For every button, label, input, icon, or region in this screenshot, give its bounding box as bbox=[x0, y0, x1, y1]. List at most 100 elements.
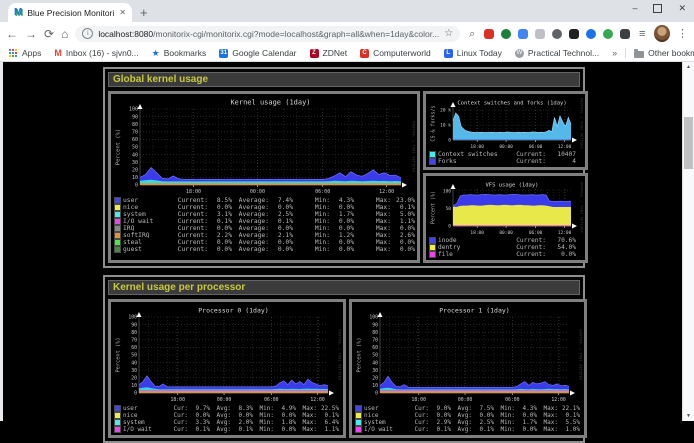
legend-row-user: userCur:9.0%Avg:7.5%Min:4.3%Max:22.1% bbox=[354, 405, 582, 412]
processor-0-chart: Processor 0 (1day)Percent (%)01020304050… bbox=[113, 304, 341, 404]
legend-stat-value: 2.2% bbox=[208, 232, 232, 239]
svg-text:0: 0 bbox=[448, 224, 451, 230]
legend-stat-value: 23.0% bbox=[391, 197, 415, 204]
bookmark-star-icon[interactable]: ☆ bbox=[444, 28, 453, 39]
bookmark-item[interactable]: CComputerworld bbox=[360, 48, 431, 58]
legend-stat-value: 0.1% bbox=[391, 204, 415, 211]
extension-list-icon[interactable]: ≡ bbox=[637, 29, 647, 39]
bookmark-item[interactable]: MInbox (16) - sjvn0... bbox=[54, 48, 138, 58]
bookmark-item[interactable]: 31Google Calendar bbox=[219, 48, 296, 58]
context-switches-graph-panel: Context switches and forks (1day)CS & fo… bbox=[423, 91, 588, 170]
home-icon[interactable]: ⌂ bbox=[61, 28, 68, 40]
svg-text:Percent (%): Percent (%) bbox=[116, 129, 122, 165]
page-scrollbar[interactable]: ▲ ▼ bbox=[682, 62, 694, 421]
svg-text:00:00: 00:00 bbox=[250, 189, 265, 195]
svg-text:00:00: 00:00 bbox=[458, 397, 473, 403]
extension-blue-dot-icon[interactable] bbox=[586, 29, 596, 39]
section-kernel-usage-per-processor: Kernel usage per processor Processor 0 (… bbox=[103, 275, 585, 443]
bookmark-item[interactable]: Apps bbox=[8, 48, 41, 58]
legend-swatch bbox=[356, 406, 361, 411]
legend-stat-value: 0.1% bbox=[558, 412, 580, 419]
svg-text:Percent (%): Percent (%) bbox=[116, 337, 122, 372]
back-icon[interactable]: ← bbox=[6, 28, 18, 40]
extension-eco-icon[interactable] bbox=[501, 29, 511, 39]
svg-text:80: 80 bbox=[372, 330, 378, 336]
legend-swatch bbox=[115, 427, 120, 432]
legend-stat-value: 1.1% bbox=[317, 426, 339, 433]
legend-row-softirq: softIRQCurrent:2.2%Average:2.1%Min:1.2%M… bbox=[113, 232, 415, 239]
svg-text:70: 70 bbox=[132, 130, 138, 136]
legend-stat-value: 7.4% bbox=[269, 197, 293, 204]
legend-stat-value: 0.0% bbox=[269, 204, 293, 211]
browser-tab[interactable]: M Blue Precision Monitorix ✕ bbox=[8, 3, 132, 22]
legend-stat-label: Min: bbox=[494, 419, 515, 426]
legend-stat-value: 8.5% bbox=[208, 197, 232, 204]
scrollbar-thumb[interactable] bbox=[684, 117, 693, 169]
legend-stat-label: Min: bbox=[293, 204, 330, 211]
profile-avatar[interactable] bbox=[654, 25, 670, 42]
svg-text:50: 50 bbox=[446, 206, 452, 212]
extension-search-icon[interactable]: ⌕ bbox=[467, 29, 477, 39]
processor-0-graph-panel: Processor 0 (1day)Percent (%)01020304050… bbox=[108, 299, 346, 438]
legend-stat-label: Avg: bbox=[210, 426, 231, 433]
legend-stat-value: 0.0% bbox=[269, 239, 293, 246]
legend-row-irq: IRQCurrent:0.0%Average:0.0%Min:0.0%Max:0… bbox=[113, 225, 415, 232]
scroll-down-icon[interactable]: ▼ bbox=[683, 411, 694, 421]
extension-frame-icon[interactable] bbox=[569, 29, 579, 39]
svg-text:10 k: 10 k bbox=[440, 123, 451, 129]
legend-row-guest: guestCurrent:0.0%Average:0.0%Min:0.0%Max… bbox=[113, 246, 415, 253]
bookmark-item[interactable]: LLinux Today bbox=[444, 48, 502, 58]
page-info-icon[interactable]: i bbox=[82, 28, 93, 39]
browser-menu-icon[interactable]: ⋮ bbox=[677, 27, 688, 40]
legend-stat-label: Current: bbox=[171, 211, 208, 218]
window-close-button[interactable]: ✕ bbox=[678, 4, 686, 13]
legend-name: system bbox=[123, 419, 167, 426]
legend-stat-value: 0.0% bbox=[391, 246, 415, 253]
scroll-up-icon[interactable]: ▲ bbox=[683, 62, 694, 72]
svg-text:12:00: 12:00 bbox=[558, 144, 572, 150]
extension-pin-icon[interactable] bbox=[620, 29, 630, 39]
minimize-button[interactable]: – bbox=[632, 4, 637, 13]
kernel-usage-legend: userCurrent:8.5%Average:7.4%Min:4.3%Max:… bbox=[113, 196, 415, 253]
legend-name: file bbox=[438, 251, 502, 258]
legend-stat-label: Max: bbox=[296, 426, 317, 433]
new-tab-button[interactable]: + bbox=[140, 6, 148, 20]
legend-stat-value: 0.1% bbox=[208, 218, 232, 225]
legend-name: nice bbox=[364, 412, 408, 419]
bookmark-item[interactable]: ★Bookmarks bbox=[152, 48, 207, 59]
extension-mask-icon[interactable] bbox=[552, 29, 562, 39]
bookmark-item[interactable]: ZZDNet bbox=[310, 48, 348, 58]
legend-stat-value: 0.1% bbox=[269, 218, 293, 225]
svg-text:80: 80 bbox=[132, 122, 138, 128]
other-bookmarks-button[interactable]: Other bookmarks bbox=[634, 48, 694, 58]
legend-stat-label: Min: bbox=[293, 239, 330, 246]
reload-icon[interactable]: ⟳ bbox=[44, 28, 54, 40]
extension-mail-icon[interactable] bbox=[484, 29, 494, 39]
address-bar[interactable]: i localhost:8080/monitorix-cgi/monitorix… bbox=[75, 26, 460, 42]
maximize-button[interactable] bbox=[653, 4, 662, 13]
bookmarks-right: » Other bookmarks bbox=[612, 48, 694, 58]
legend-row-inode: inodeCurrent:70.6% bbox=[428, 237, 583, 244]
svg-text:100: 100 bbox=[128, 315, 137, 321]
extension-pages-icon[interactable] bbox=[518, 29, 528, 39]
legend-stat-label: Min: bbox=[293, 211, 330, 218]
svg-text:12:00: 12:00 bbox=[551, 397, 566, 403]
kernel-usage-chart: Kernel usage (1day)Percent (%)0102030405… bbox=[113, 96, 415, 196]
svg-text:CS & forks/s: CS & forks/s bbox=[431, 105, 437, 141]
bookmark-item[interactable]: WPractical Technol... bbox=[515, 48, 599, 58]
tab-close-icon[interactable]: ✕ bbox=[119, 8, 126, 17]
legend-stat-label: Max: bbox=[354, 232, 391, 239]
legend-swatch bbox=[115, 247, 120, 252]
forward-icon[interactable]: → bbox=[25, 28, 37, 40]
bookmarks-overflow-icon[interactable]: » bbox=[612, 48, 617, 58]
extension-gray-box-icon[interactable] bbox=[535, 29, 545, 39]
legend-stat-value: 0.0% bbox=[515, 426, 537, 433]
bookmarks-divider bbox=[625, 48, 626, 58]
legend-name: IRQ bbox=[123, 225, 171, 232]
legend-name: Context switches bbox=[438, 151, 502, 158]
bookmark-label: Apps bbox=[22, 48, 41, 58]
legend-stat-value: 22.1% bbox=[558, 405, 580, 412]
extension-green-dot-icon[interactable] bbox=[603, 29, 613, 39]
legend-swatch bbox=[430, 152, 435, 157]
legend-stat-value: 1.2% bbox=[330, 232, 354, 239]
